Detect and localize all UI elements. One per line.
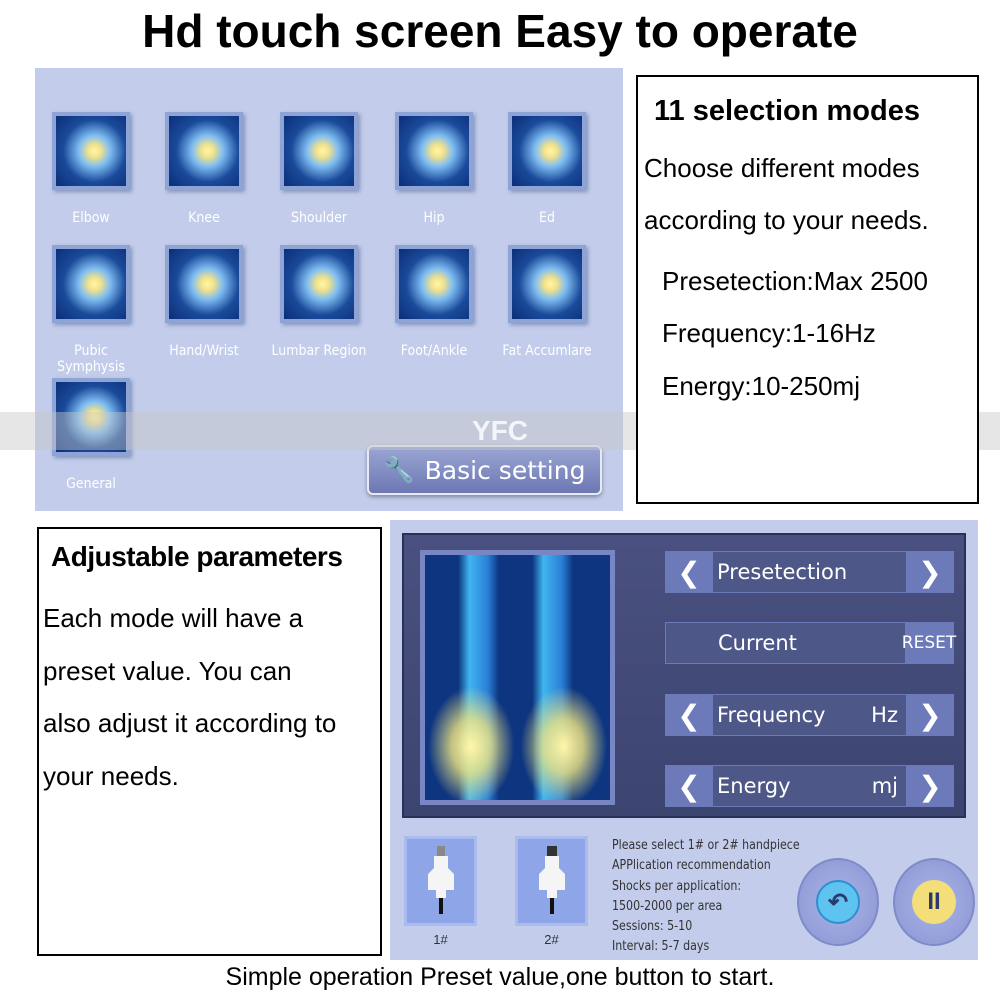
handpiece-icon (538, 846, 565, 914)
mode-label: Foot/Ankle (400, 343, 468, 359)
footer-caption: Simple operation Preset value,one button… (225, 963, 775, 991)
chevron-left-icon[interactable]: ❮ (665, 551, 713, 593)
body-image (169, 249, 239, 319)
modes-text: Choose different modes (644, 153, 920, 183)
modes-heading: 11 selection modes (654, 95, 920, 127)
page-title: Hd touch screen Easy to operate (142, 5, 858, 57)
mode-label: Shoulder (290, 210, 348, 226)
info-line: Shocks per application: (612, 878, 742, 894)
params-text: your needs. (43, 761, 179, 791)
chevron-right-icon[interactable]: ❯ (906, 694, 954, 736)
body-image (399, 116, 469, 186)
energy-unit: mj (871, 774, 898, 798)
mode-label: General (66, 476, 116, 492)
spec-frequency: Frequency:1-16Hz (662, 318, 876, 348)
mode-label: Knee (188, 210, 220, 226)
mode-tile[interactable] (280, 112, 358, 190)
info-line: Interval: 5-7 days (612, 939, 710, 955)
mode-tile[interactable] (165, 112, 243, 190)
handpiece-1-label: 1# (433, 932, 448, 947)
mode-tile[interactable] (280, 245, 358, 323)
info-line: Please select 1# or 2# handpiece (612, 838, 800, 853)
mode-label: Hip (423, 210, 445, 226)
mode-tile[interactable] (52, 245, 130, 323)
pause-button[interactable]: II (893, 858, 975, 946)
chevron-right-icon[interactable]: ❯ (906, 551, 954, 593)
mode-tile[interactable] (395, 112, 473, 190)
reset-button[interactable]: RESET (902, 623, 956, 663)
body-image (56, 249, 126, 319)
handpiece-icon (427, 846, 454, 914)
mode-label: Fat Accumlare (502, 343, 592, 359)
mode-tile[interactable] (395, 245, 473, 323)
frequency-label: Frequency (717, 703, 826, 727)
body-image (56, 116, 126, 186)
params-heading: Adjustable parameters (51, 541, 343, 572)
body-image (512, 249, 582, 319)
undo-icon: ↶ (816, 880, 860, 924)
params-info-box: Adjustable parameters Each mode will hav… (37, 527, 382, 956)
chevron-left-icon[interactable]: ❮ (665, 765, 713, 807)
energy-label: Energy (717, 774, 791, 798)
wrench-icon: 🔧 (383, 455, 415, 484)
mode-label: Ed (539, 210, 555, 226)
handpiece-2-button[interactable] (515, 836, 588, 926)
mode-tile[interactable] (508, 245, 586, 323)
frequency-row: ❮ Frequency Hz ❯ (665, 694, 954, 736)
params-text: preset value. You can (43, 656, 292, 686)
back-button[interactable]: ↶ (797, 858, 879, 946)
current-label: Current (718, 631, 797, 655)
mode-label: Hand/Wrist (169, 343, 239, 359)
frequency-unit: Hz (871, 703, 898, 727)
params-text: Each mode will have a (43, 603, 304, 633)
info-line: Sessions: 5-10 (612, 919, 693, 935)
mode-label: Pubic Symphysis (57, 343, 125, 375)
body-image (399, 249, 469, 319)
info-line: 1500-2000 per area (612, 898, 723, 914)
presetection-row: ❮ Presetection ❯ (665, 551, 954, 593)
energy-row: ❮ Energy mj ❯ (665, 765, 954, 807)
modes-info-box: 11 selection modes Choose different mode… (636, 75, 979, 504)
mode-tile[interactable] (508, 112, 586, 190)
spec-energy: Energy:10-250mj (662, 371, 860, 401)
chevron-right-icon[interactable]: ❯ (906, 765, 954, 807)
info-line: APPlication recommendation (612, 858, 771, 874)
mode-label: Elbow (72, 210, 110, 226)
current-row: Current RESET (665, 622, 956, 664)
pause-icon: II (912, 880, 956, 924)
chevron-left-icon[interactable]: ❮ (665, 694, 713, 736)
legs-image (420, 550, 615, 805)
presetection-label: Presetection (717, 560, 848, 584)
mode-label: Lumbar Region (271, 343, 367, 359)
params-text: also adjust it according to (43, 708, 337, 738)
body-image (284, 116, 354, 186)
handpiece-1-button[interactable] (404, 836, 477, 926)
body-image (512, 116, 582, 186)
recommendation-text: Please select 1# or 2# handpiece APPlica… (612, 836, 800, 958)
body-image (284, 249, 354, 319)
basic-setting-button[interactable]: 🔧 Basic setting (367, 445, 602, 495)
spec-presetection: Presetection:Max 2500 (662, 266, 928, 296)
mode-tile[interactable] (52, 112, 130, 190)
mode-tile[interactable] (165, 245, 243, 323)
handpiece-2-label: 2# (544, 932, 559, 947)
modes-text: according to your needs. (644, 205, 929, 235)
body-image (169, 116, 239, 186)
